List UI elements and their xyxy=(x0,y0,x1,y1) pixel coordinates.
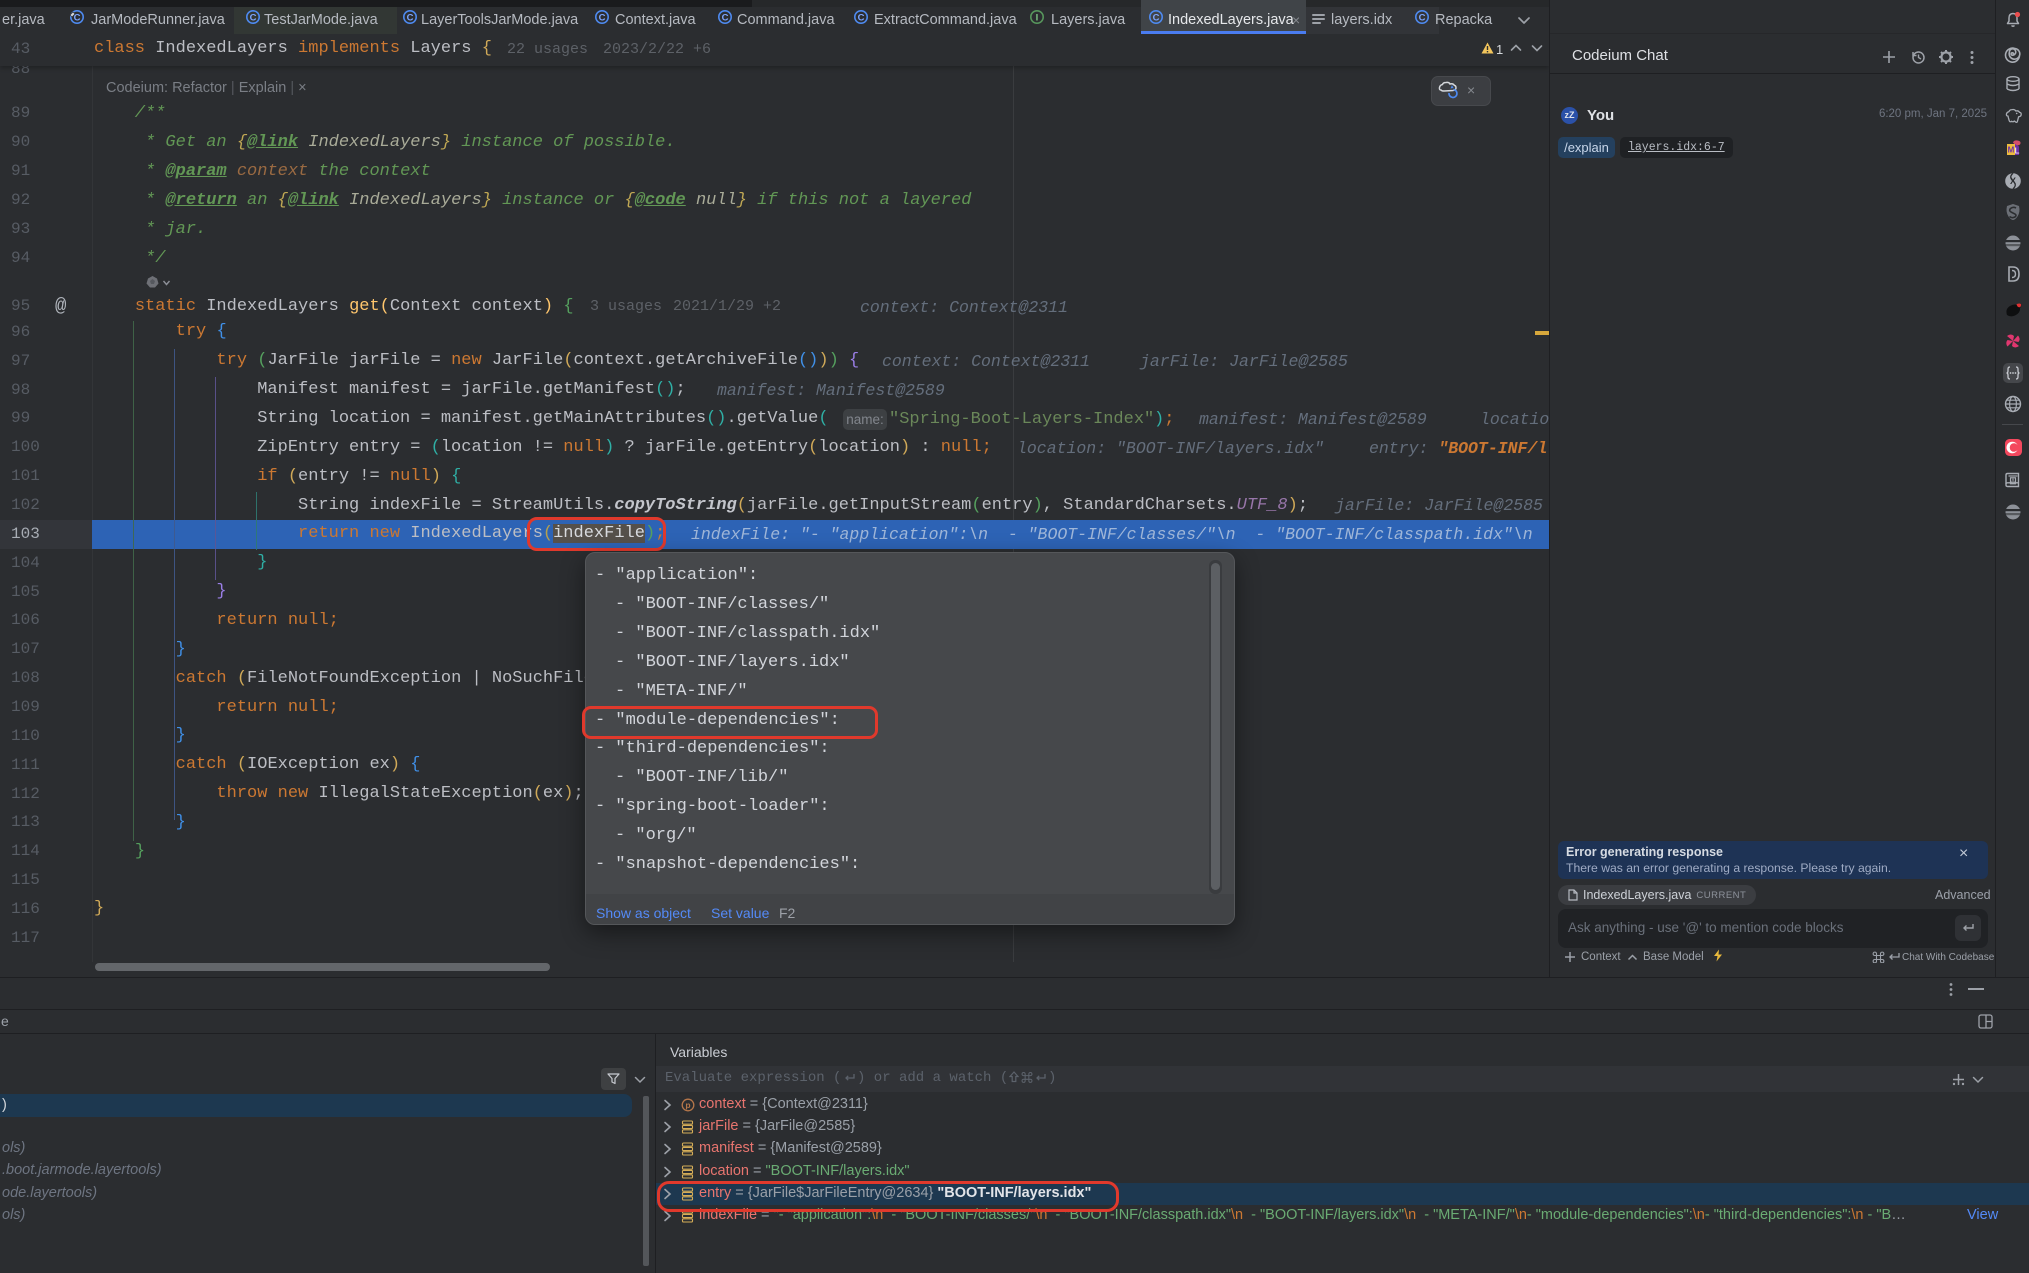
svg-text:L: L xyxy=(2015,147,2020,156)
svg-text:X: X xyxy=(2010,176,2016,186)
svg-text:C: C xyxy=(250,12,257,23)
svg-text:C: C xyxy=(1153,12,1160,23)
svg-text:C: C xyxy=(407,12,414,23)
svg-text:A: A xyxy=(2011,479,2015,485)
svg-text:C: C xyxy=(722,12,729,23)
svg-text:C: C xyxy=(599,12,606,23)
svg-text:p: p xyxy=(685,1100,690,1110)
svg-text:I: I xyxy=(1036,12,1039,23)
svg-text:C: C xyxy=(1419,12,1426,23)
svg-text:C: C xyxy=(858,12,865,23)
